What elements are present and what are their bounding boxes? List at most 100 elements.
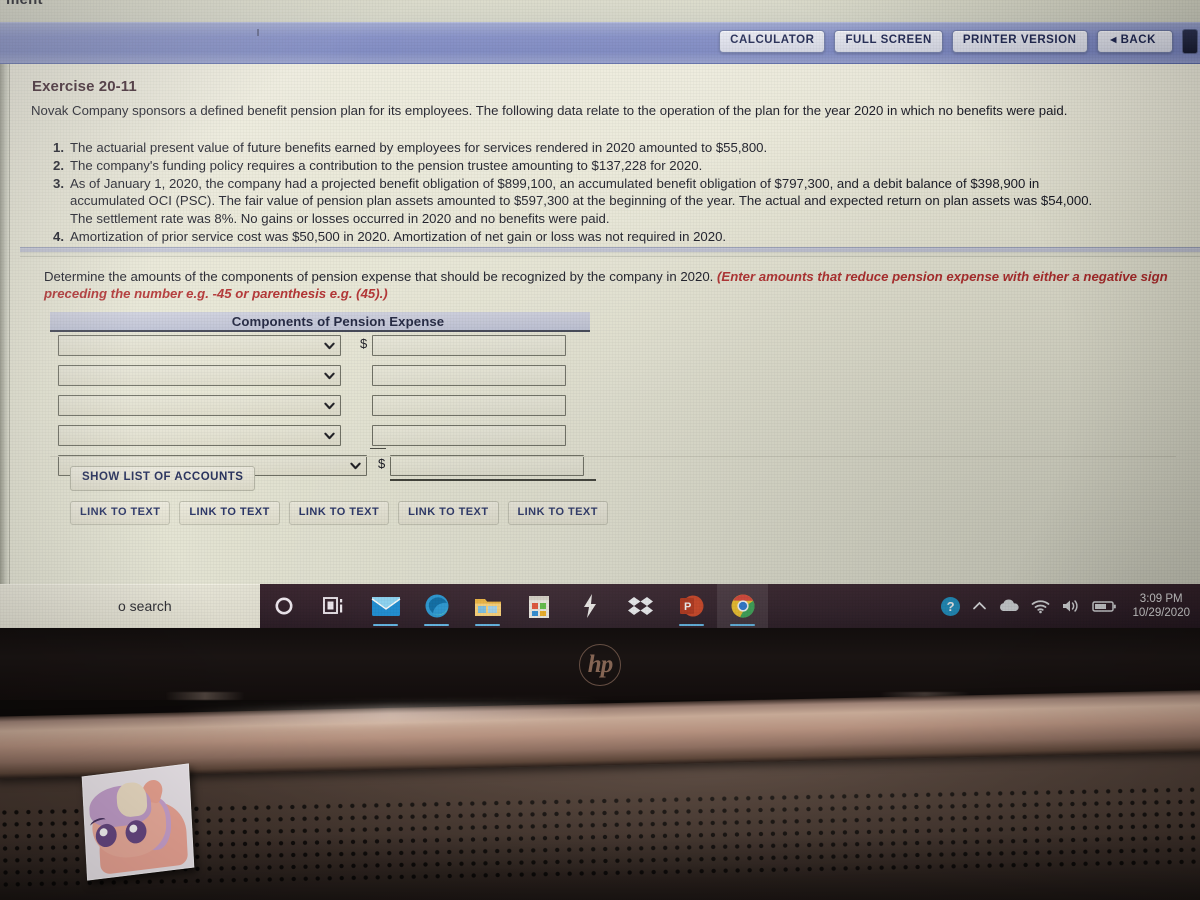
taskbar-app-icons: P [258,584,768,628]
requirement-text: Determine the amounts of the components … [44,268,1200,302]
dropbox-icon[interactable] [615,584,666,628]
app-toolbar: CALCULATOR FULL SCREEN PRINTER VERSION ◂… [719,29,1198,54]
link-to-text-button-2[interactable]: LINK TO TEXT [179,501,280,525]
sticker-edge [82,763,195,880]
toolbar-edge-button[interactable] [1182,29,1198,54]
calculator-button[interactable]: CALCULATOR [719,30,826,53]
fact-text: The actuarial present value of future be… [70,140,768,155]
document-body: Exercise 20-11 Novak Company sponsors a … [10,64,1200,584]
panel-hairline [50,456,1176,457]
chevron-down-icon [350,460,361,471]
worksheet-header: Components of Pension Expense [50,312,590,332]
running-indicator [730,624,755,626]
link-to-text-button-1[interactable]: LINK TO TEXT [70,501,171,525]
clock-time: 3:09 PM [1139,592,1183,605]
amount-cell-3 [372,395,572,416]
fact-number: 1. [53,140,64,155]
amount-input-3[interactable] [372,395,566,416]
chevron-down-icon [324,430,335,441]
worksheet-row [50,392,590,422]
amount-input-5[interactable] [390,455,584,476]
requirement-panel: Determine the amounts of the components … [20,260,1200,580]
link-to-text-group: LINK TO TEXT LINK TO TEXT LINK TO TEXT L… [70,501,608,525]
lightning-icon[interactable] [564,584,615,628]
dollar-sign: $ [360,336,368,351]
chevron-down-icon [324,370,335,381]
back-button[interactable]: ◂ BACK [1096,30,1173,53]
fact-text-cont2: The settlement rate was 8%. No gains or … [70,211,610,227]
header-marker [257,29,259,36]
dollar-sign: $ [378,456,386,471]
system-tray: ? 3:09 PM 10/29/2020 [940,584,1194,628]
assignment-document: Exercise 20-11 Novak Company sponsors a … [0,64,1200,584]
worksheet-row [50,362,590,392]
pony-sticker [81,763,195,881]
app-header-bar: CALCULATOR FULL SCREEN PRINTER VERSION ◂… [0,22,1200,64]
volume-icon[interactable] [1061,598,1081,614]
full-screen-button[interactable]: FULL SCREEN [834,30,943,53]
amount-input-4[interactable] [372,425,566,446]
mail-icon[interactable] [360,584,411,628]
screen-top-strip: ment [0,0,1200,22]
file-explorer-icon[interactable] [462,584,513,628]
fact-text: The company's funding policy requires a … [70,157,703,173]
chevron-down-icon [324,340,335,351]
clock-date: 10/29/2020 [1132,607,1190,619]
cortana-icon[interactable] [258,584,309,628]
onedrive-icon[interactable] [998,599,1020,613]
microsoft-store-icon[interactable] [513,584,564,628]
help-icon[interactable]: ? [940,596,961,617]
section-divider [20,247,1200,257]
search-placeholder: o search [118,598,172,614]
account-select-4[interactable] [58,425,341,446]
link-to-text-button-4[interactable]: LINK TO TEXT [398,501,499,525]
fact-text-cont: accumulated OCI (PSC). The fair value of… [70,193,1093,209]
account-select-2[interactable] [58,365,341,386]
document-left-rail [0,64,10,584]
amount-cell-4 [372,425,572,446]
chevron-down-icon [324,400,335,411]
fact-number: 4. [53,229,64,245]
taskbar-clock[interactable]: 3:09 PM 10/29/2020 [1128,592,1194,620]
amount-cell-2 [372,365,572,386]
amount-cell-1: $ [360,335,572,356]
wifi-icon[interactable] [1031,599,1050,614]
amount-cell-5: $ [378,455,590,476]
show-hidden-icons-icon[interactable] [972,600,987,612]
exercise-title: Exercise 20-11 [32,78,137,95]
requirement-prompt: Determine the amounts of the components … [44,269,717,284]
show-list-of-accounts-button[interactable]: SHOW LIST OF ACCOUNTS [70,466,256,491]
problem-statement-panel: Exercise 20-11 Novak Company sponsors a … [20,70,1200,244]
link-to-text-button-3[interactable]: LINK TO TEXT [288,501,390,525]
subtotal-rule [370,448,386,449]
task-view-icon[interactable] [309,584,360,628]
fact-text: As of January 1, 2020, the company had a… [70,175,1040,191]
laptop-photo: ment CALCULATOR FULL SCREEN PRINTER VERS… [0,0,1200,900]
bezel-mark-left [165,692,245,700]
fact-number: 2. [53,157,64,173]
amount-input-2[interactable] [372,365,566,386]
printer-version-button[interactable]: PRINTER VERSION [951,30,1088,53]
fact-text: Amortization of prior service cost was $… [70,229,727,245]
account-select-3[interactable] [58,395,341,416]
powerpoint-icon[interactable]: P [666,584,717,628]
amount-input-1[interactable] [372,335,566,356]
running-indicator [373,624,398,626]
windows-taskbar: o search P ? 3:09 PM 10/29/2020 [0,584,1200,628]
link-to-text-button-5[interactable]: LINK TO TEXT [507,501,608,525]
fact-number: 3. [53,175,64,191]
chrome-icon[interactable] [717,584,768,628]
svg-text:?: ? [947,599,955,614]
edge-icon[interactable] [411,584,462,628]
battery-icon[interactable] [1092,599,1117,613]
running-indicator [679,624,704,626]
total-rule [390,479,596,481]
fact-item-2: 2. The company's funding policy requires… [44,157,1200,175]
worksheet-row: $ [50,332,590,362]
facts-list: 1. The actuarial present value of future… [44,139,1200,246]
search-input[interactable]: o search [0,584,260,628]
laptop-screen: ment CALCULATOR FULL SCREEN PRINTER VERS… [0,0,1200,628]
worksheet-header-label: Components of Pension Expense [231,314,445,329]
account-select-1[interactable] [58,335,341,356]
worksheet-row [50,422,590,452]
